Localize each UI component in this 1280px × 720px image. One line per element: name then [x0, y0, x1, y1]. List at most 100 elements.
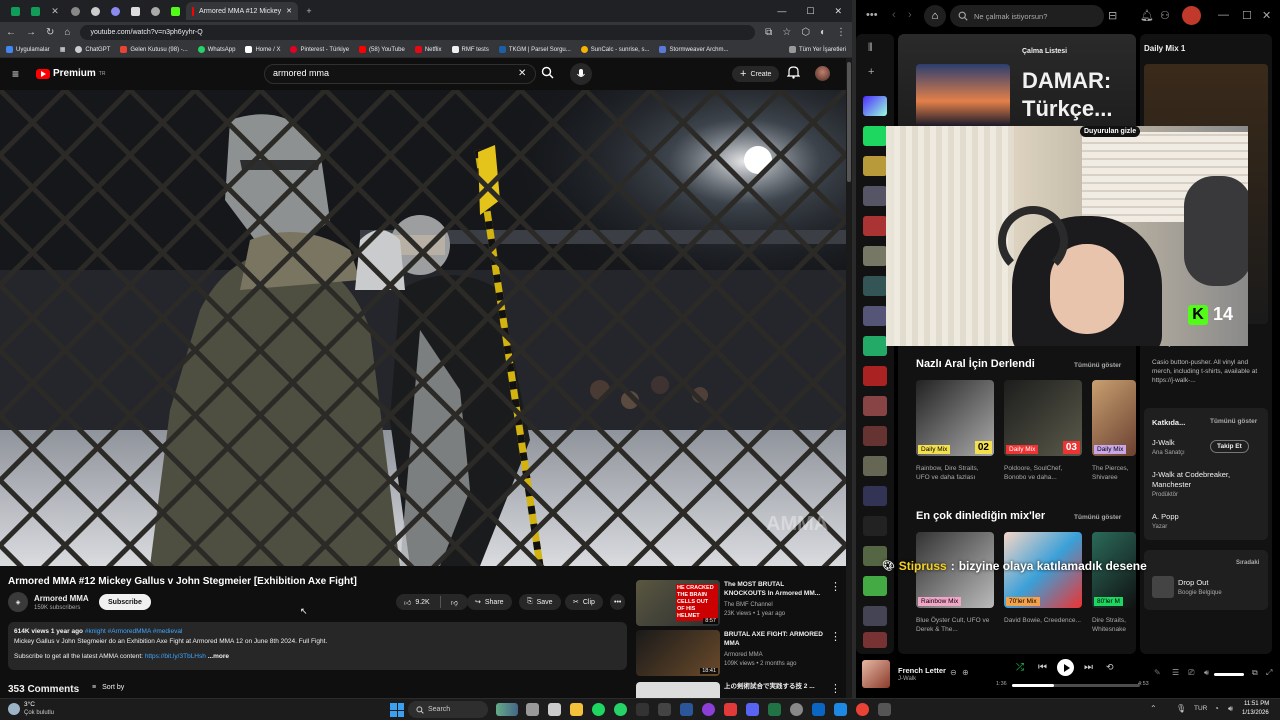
library-item[interactable]: [863, 396, 887, 416]
library-item[interactable]: [863, 456, 887, 476]
avatar[interactable]: [1182, 6, 1201, 25]
clock-time[interactable]: 11:51 PM: [1244, 701, 1269, 707]
play-button[interactable]: [1057, 659, 1074, 676]
library-item[interactable]: [863, 216, 887, 236]
all-bookmarks[interactable]: Tüm Yer İşaretleri: [788, 46, 846, 53]
previous-icon[interactable]: ⏮: [1038, 662, 1047, 673]
tab-github[interactable]: [86, 2, 104, 20]
channel-name[interactable]: Armored MMA: [34, 594, 89, 603]
show-more-link[interactable]: ...more: [208, 653, 229, 660]
app-icon[interactable]: [724, 703, 737, 716]
show-all-link[interactable]: Tümünü göster: [1074, 514, 1121, 521]
liked-songs-icon[interactable]: [863, 96, 887, 116]
new-tab-icon[interactable]: +: [300, 2, 318, 20]
hero-cover[interactable]: [916, 64, 1010, 126]
shuffle-icon[interactable]: ⤮: [1016, 662, 1024, 673]
library-item[interactable]: [863, 336, 887, 356]
tray-chevron-icon[interactable]: ⌃: [1150, 704, 1157, 713]
weather-icon[interactable]: [8, 703, 20, 715]
tab-discord[interactable]: [106, 2, 124, 20]
progress-bar[interactable]: [1012, 684, 1140, 687]
weather-temp[interactable]: 3°C: [24, 701, 35, 708]
install-icon[interactable]: ⧉: [765, 27, 772, 38]
library-item[interactable]: [863, 186, 887, 206]
recommendation-item[interactable]: 上の剣術試合で実践する技 2 ... ⋮: [636, 682, 836, 698]
widget-icon[interactable]: [496, 703, 518, 716]
profile-icon[interactable]: ◐: [820, 27, 826, 38]
hide-announcement-button[interactable]: Duyurulan gizle: [1080, 126, 1141, 137]
library-item[interactable]: [863, 576, 887, 596]
bookmark-apps[interactable]: Uygulamalar: [6, 46, 50, 53]
library-item[interactable]: [863, 246, 887, 266]
more-actions-button[interactable]: •••: [610, 594, 626, 610]
forward-icon[interactable]: ›: [908, 9, 912, 21]
more-options-icon[interactable]: ⋮: [830, 682, 836, 695]
bookmark-grid-icon[interactable]: ▦: [60, 46, 66, 53]
daily-mix-card[interactable]: Daily Mix: [1092, 380, 1136, 456]
close-window-icon[interactable]: ✕: [834, 6, 842, 17]
library-item[interactable]: [863, 306, 887, 326]
queue-icon[interactable]: ☰: [1172, 668, 1179, 677]
tab-sheets[interactable]: [6, 2, 24, 20]
track-artist[interactable]: J-Walk: [898, 676, 916, 682]
excel-icon[interactable]: [768, 703, 781, 716]
notepad-icon[interactable]: [548, 703, 561, 716]
maximize-icon[interactable]: ☐: [806, 6, 814, 17]
tab-chatgpt[interactable]: [66, 2, 84, 20]
library-item[interactable]: [863, 632, 887, 648]
youtube-logo[interactable]: Premium TR: [36, 68, 105, 79]
whatsapp-icon[interactable]: [614, 703, 627, 716]
next-icon[interactable]: ⏭: [1084, 662, 1093, 673]
notifications-bell-icon[interactable]: 🔔︎: [1140, 9, 1154, 22]
track-title[interactable]: French Letter: [898, 666, 946, 675]
file-explorer-icon[interactable]: [570, 703, 583, 716]
show-all-link[interactable]: Tümünü göster: [1074, 362, 1121, 369]
library-item[interactable]: [863, 156, 887, 176]
library-icon[interactable]: ⫴: [868, 42, 873, 55]
extensions-icon[interactable]: ⬡: [801, 27, 810, 38]
back-icon[interactable]: ←: [6, 27, 16, 38]
fullscreen-icon[interactable]: ⤢: [1266, 668, 1272, 678]
queue-title[interactable]: Sıradaki: [1236, 560, 1259, 566]
tab-kick[interactable]: [166, 2, 184, 20]
back-icon[interactable]: ‹: [892, 9, 896, 21]
spotify-icon[interactable]: [592, 703, 605, 716]
hamburger-menu-icon[interactable]: ≡: [12, 67, 19, 81]
app-icon[interactable]: [834, 703, 847, 716]
microphone-icon[interactable]: 🎙︎: [1176, 704, 1186, 713]
tab-site[interactable]: [126, 2, 144, 20]
share-button[interactable]: ↪ Share: [467, 594, 512, 610]
taskbar-search[interactable]: Search: [408, 701, 488, 718]
home-icon[interactable]: ⌂: [64, 27, 70, 38]
app-icon[interactable]: [636, 703, 649, 716]
now-playing-cover[interactable]: [862, 660, 890, 688]
app-icon[interactable]: [878, 703, 891, 716]
like-button[interactable]: 👍︎ 9.2K 👎︎: [396, 594, 468, 610]
home-icon[interactable]: ⌂: [924, 5, 946, 27]
library-item[interactable]: [863, 426, 887, 446]
bookmark-tkgm[interactable]: TKGM | Parsel Sorgu...: [498, 46, 571, 53]
wifi-icon[interactable]: ◔: [1214, 704, 1219, 713]
bookmark-stormweaver[interactable]: Stormweaver Archm...: [659, 46, 728, 53]
library-item[interactable]: [863, 486, 887, 506]
description-link[interactable]: https://bit.ly/3TbLHsh: [145, 653, 206, 660]
bookmark-x[interactable]: Home / X: [245, 46, 280, 53]
app-icon[interactable]: [658, 703, 671, 716]
hashtags[interactable]: #knight #ArmoredMMA #medieval: [85, 628, 183, 635]
more-options-icon[interactable]: ⋮: [830, 580, 841, 593]
voice-search-icon[interactable]: [570, 63, 592, 85]
volume-icon[interactable]: 🔊︎: [1228, 704, 1233, 714]
menu-dots-icon[interactable]: •••: [866, 9, 878, 21]
input-language[interactable]: TUR: [1194, 705, 1207, 712]
sort-button[interactable]: ≡ Sort by: [92, 684, 124, 691]
close-window-icon[interactable]: ✕: [1262, 9, 1271, 22]
add-icon[interactable]: ⊕: [962, 668, 969, 677]
url-field[interactable]: youtube.com/watch?v=n3ph6yyhr-Q: [80, 24, 756, 40]
volume-icon[interactable]: 🔊︎: [1204, 668, 1209, 678]
more-options-icon[interactable]: ⋮: [830, 630, 841, 643]
remove-icon[interactable]: ⊖: [950, 668, 957, 677]
queue-song[interactable]: Drop Out: [1178, 578, 1208, 587]
menu-dots-icon[interactable]: ⋮: [836, 27, 846, 38]
section-title[interactable]: En çok dinlediğin mix'ler: [916, 510, 1045, 522]
bookmark-whatsapp[interactable]: WhatsApp: [197, 46, 235, 53]
